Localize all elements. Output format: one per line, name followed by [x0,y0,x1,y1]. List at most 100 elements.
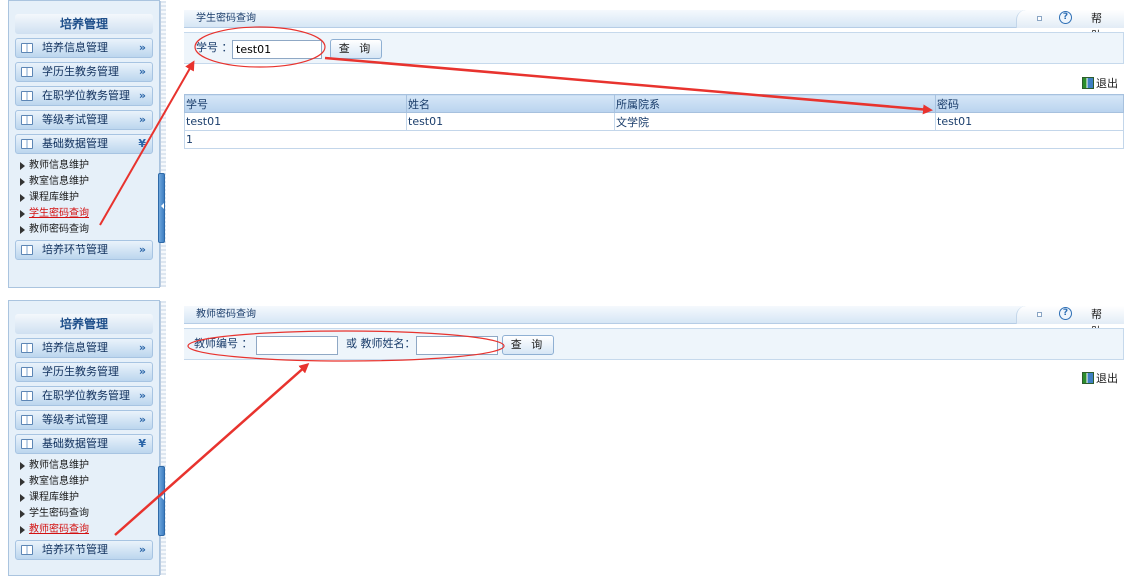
teacher-id-label: 教师编号 ： [194,337,253,350]
submenu-item-teacher-info[interactable]: 教师信息维护 [19,458,159,474]
minimize-icon[interactable] [1037,16,1042,21]
sidebar-item-training-info[interactable]: 培养信息管理 » [15,338,153,358]
chevron-right-icon: » [138,413,146,426]
sidebar-item-label: 等级考试管理 [42,113,108,126]
student-id-input[interactable] [232,40,322,59]
collapse-arrow-icon[interactable] [161,494,164,500]
submenu-item-teacher-password[interactable]: 教师密码查询 [19,222,159,238]
sidebar-item-label: 在职学位教务管理 [42,389,130,402]
scrollbar-thumb[interactable] [158,466,165,536]
exit-door-icon [1082,77,1094,89]
sidebar-item-label: 学历生教务管理 [42,365,119,378]
search-button[interactable]: 查 询 [502,335,554,355]
triangle-right-icon [20,462,25,470]
sidebar-submenu: 教师信息维护 教室信息维护 课程库维护 学生密码查询 教师密码查询 [19,458,159,538]
chevron-right-icon: » [138,65,146,78]
triangle-right-icon [20,226,25,234]
student-search-bar: 学号 ： 查 询 [184,32,1124,64]
sidebar-item-training-stage[interactable]: 培养环节管理 » [15,240,153,260]
sidebar-item-basic-data[interactable]: 基础数据管理 ¥ [15,134,153,154]
book-icon [21,43,33,53]
column-header-department[interactable]: 所属院系 [614,94,936,113]
sidebar-item-degree-student[interactable]: 学历生教务管理 » [15,62,153,82]
submenu-item-course-library[interactable]: 课程库维护 [19,490,159,506]
sidebar-item-label: 培养信息管理 [42,341,108,354]
column-header-password[interactable]: 密码 [935,94,1124,113]
book-icon [21,245,33,255]
sidebar-item-level-exam[interactable]: 等级考试管理 » [15,110,153,130]
triangle-right-icon [20,178,25,186]
sidebar-item-label: 基础数据管理 [42,437,108,450]
sidebar-item-label: 在职学位教务管理 [42,89,130,102]
sidebar-top: 培养管理 培养信息管理 » 学历生教务管理 » 在职学位教务管理 » 等级考试管… [8,0,166,288]
column-header-student-id[interactable]: 学号 [184,94,407,113]
book-icon [21,67,33,77]
cell-student-id: test01 [184,112,407,131]
sidebar-item-label: 培养环节管理 [42,243,108,256]
help-icon[interactable]: ? [1059,307,1072,320]
triangle-right-icon [20,494,25,502]
chevron-right-icon: » [138,243,146,256]
page-number[interactable]: 1 [184,130,1124,149]
panel-title: 教师密码查询 [196,309,256,320]
chevron-right-icon: » [138,113,146,126]
book-icon [21,367,33,377]
sidebar-bottom: 培养管理 培养信息管理 » 学历生教务管理 » 在职学位教务管理 » 等级考试管… [8,300,166,576]
chevron-right-icon: » [138,543,146,556]
book-icon [21,115,33,125]
submenu-item-course-library[interactable]: 课程库维护 [19,190,159,206]
table-header-row: 学号 姓名 所属院系 密码 [184,94,1124,113]
triangle-right-icon [20,526,25,534]
student-id-label: 学号 ： [196,41,233,54]
sidebar-title: 培养管理 [15,14,153,34]
panel-title: 学生密码查询 [196,13,256,24]
teacher-panel-header: 教师密码查询 ? 帮助 [184,306,1124,338]
teacher-name-input[interactable] [416,336,498,355]
cell-name: test01 [406,112,615,131]
submenu-item-student-password[interactable]: 学生密码查询 [19,506,159,522]
sidebar-title: 培养管理 [15,314,153,334]
exit-door-icon [1082,372,1094,384]
sidebar-item-level-exam[interactable]: 等级考试管理 » [15,410,153,430]
chevron-right-icon: » [138,389,146,402]
sidebar-scrollbar[interactable] [158,1,166,287]
chevron-right-icon: » [138,365,146,378]
triangle-right-icon [20,210,25,218]
cell-password: test01 [935,112,1124,131]
teacher-search-bar: 教师编号 ： 或 教师姓名： 查 询 [184,328,1124,360]
sidebar-item-basic-data[interactable]: 基础数据管理 ¥ [15,434,153,454]
exit-link[interactable]: 退出 [1082,371,1118,387]
submenu-item-student-password[interactable]: 学生密码查询 [19,206,159,222]
minimize-icon[interactable] [1037,312,1042,317]
chevron-down-icon: ¥ [138,137,146,150]
triangle-right-icon [20,162,25,170]
submenu-item-teacher-info[interactable]: 教师信息维护 [19,158,159,174]
sidebar-scrollbar[interactable] [158,301,166,575]
student-result-table: 学号 姓名 所属院系 密码 test01 test01 文学院 test01 1 [184,94,1124,149]
collapse-arrow-icon[interactable] [161,203,164,209]
teacher-id-input[interactable] [256,336,338,355]
sidebar-item-training-stage[interactable]: 培养环节管理 » [15,540,153,560]
sidebar-item-degree-student[interactable]: 学历生教务管理 » [15,362,153,382]
search-button[interactable]: 查 询 [330,39,382,59]
sidebar-item-inservice-degree[interactable]: 在职学位教务管理 » [15,86,153,106]
column-header-name[interactable]: 姓名 [406,94,615,113]
chevron-down-icon: ¥ [138,437,146,450]
sidebar-item-label: 培养信息管理 [42,41,108,54]
exit-link[interactable]: 退出 [1082,76,1118,92]
book-icon [21,91,33,101]
sidebar-item-inservice-degree[interactable]: 在职学位教务管理 » [15,386,153,406]
student-panel-header: 学生密码查询 ? 帮助 [184,10,1124,42]
annotation-overlay [99,26,933,536]
submenu-item-teacher-password[interactable]: 教师密码查询 [19,522,159,538]
chevron-right-icon: » [138,341,146,354]
sidebar-item-label: 基础数据管理 [42,137,108,150]
sidebar-item-training-info[interactable]: 培养信息管理 » [15,38,153,58]
table-footer-row: 1 [184,130,1124,149]
help-icon[interactable]: ? [1059,11,1072,24]
book-icon [21,545,33,555]
submenu-item-classroom-info[interactable]: 教室信息维护 [19,174,159,190]
triangle-right-icon [20,478,25,486]
submenu-item-classroom-info[interactable]: 教室信息维护 [19,474,159,490]
sidebar-item-label: 等级考试管理 [42,413,108,426]
